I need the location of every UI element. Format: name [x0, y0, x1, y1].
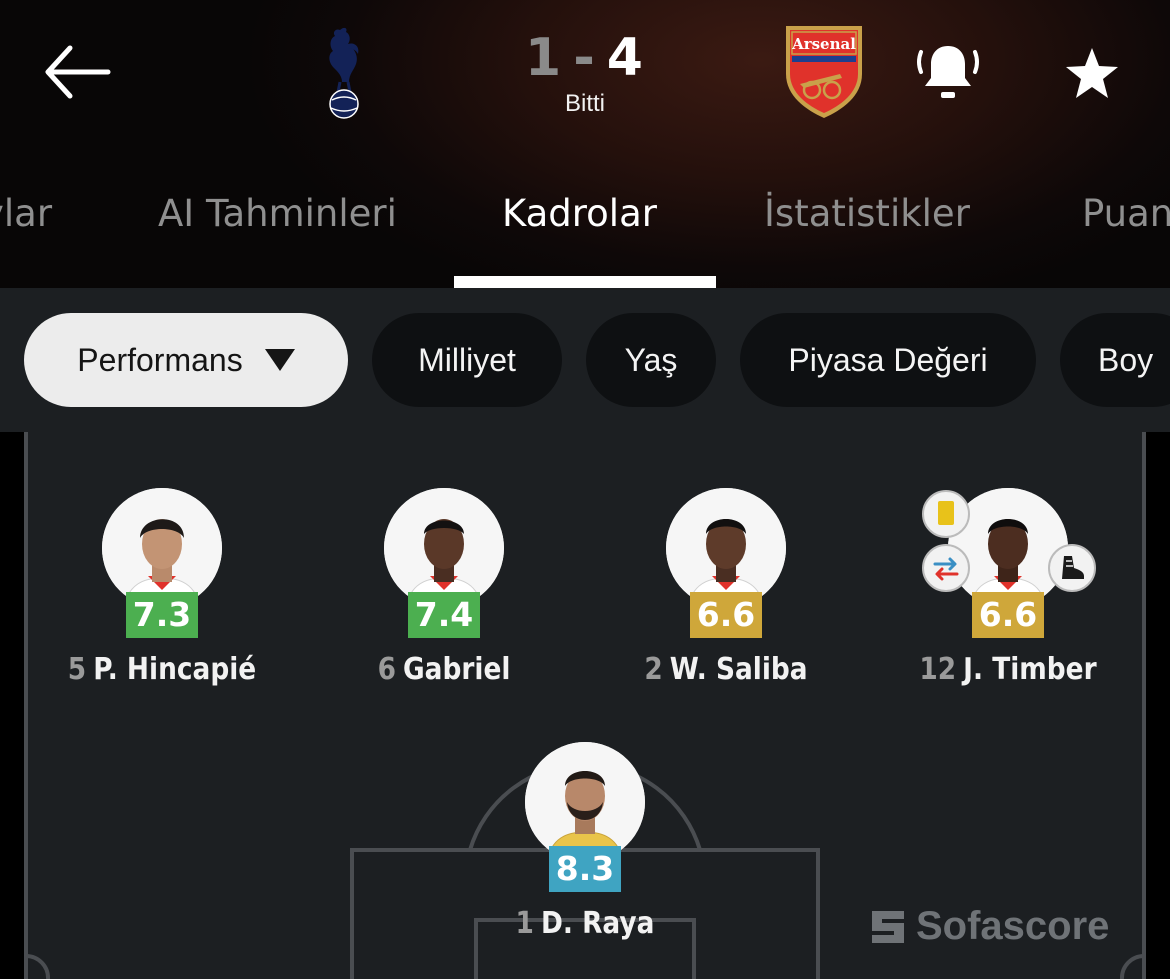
- player-name-row: 5 P. Hincapié: [65, 652, 259, 687]
- player-name-row: 12 J. Timber: [911, 652, 1105, 687]
- match-status: Bitti: [564, 90, 605, 117]
- substitution-badge: [922, 544, 970, 592]
- arsenal-crest-icon: Arsenal: [786, 26, 862, 118]
- bell-icon: [917, 46, 979, 98]
- filter-height[interactable]: Boy: [1060, 313, 1170, 407]
- player-avatar: [666, 488, 786, 608]
- player-rating: 7.4: [408, 592, 480, 638]
- player-name: Gabriel: [402, 652, 511, 687]
- sofascore-watermark: Sofascore: [868, 904, 1109, 949]
- filter-market-value[interactable]: Piyasa Değeri: [740, 313, 1036, 407]
- player-number: 5: [67, 652, 87, 687]
- filter-age[interactable]: Yaş: [586, 313, 716, 407]
- player-avatar: [525, 742, 645, 862]
- player-name-row: 2 W. Saliba: [629, 652, 823, 687]
- filter-bar: Performans Milliyet Yaş Piyasa Değeri Bo…: [0, 288, 1170, 432]
- player-name: J. Timber: [963, 652, 1097, 687]
- player-photo-icon: [384, 488, 504, 608]
- favorite-button[interactable]: [1060, 44, 1124, 104]
- player-avatar: [102, 488, 222, 608]
- player-card[interactable]: 6.6 12 J. Timber: [898, 488, 1118, 698]
- filter-performance-label: Performans: [77, 341, 243, 378]
- tab-standings[interactable]: Puan: [1082, 192, 1170, 235]
- player-rating: 6.6: [690, 592, 762, 638]
- player-card[interactable]: 6.6 2 W. Saliba: [616, 488, 836, 698]
- star-icon: [1066, 48, 1118, 98]
- player-rating: 7.3: [126, 592, 198, 638]
- filter-age-label: Yaş: [624, 341, 678, 378]
- player-name: D. Raya: [540, 906, 655, 941]
- arrow-left-icon: [45, 45, 111, 99]
- home-team-logo[interactable]: [318, 24, 374, 120]
- player-number: 2: [644, 652, 663, 687]
- caret-down-icon: [264, 349, 295, 371]
- substitution-icon: [933, 557, 959, 581]
- yellow-card-icon: [938, 501, 954, 525]
- filter-market-value-label: Piyasa Değeri: [788, 341, 988, 378]
- arsenal-crest-text: Arsenal: [791, 35, 856, 53]
- player-photo-icon: [102, 488, 222, 608]
- back-button[interactable]: [40, 40, 116, 104]
- away-score: 4: [606, 28, 645, 88]
- player-name-row: 1 D. Raya: [488, 906, 682, 941]
- player-number: 6: [377, 652, 396, 687]
- player-number: 1: [515, 906, 534, 941]
- notification-button[interactable]: [913, 40, 983, 106]
- tab-bar: ylar AI Tahminleri Kadrolar İstatistikle…: [0, 180, 1170, 288]
- tab-statistics[interactable]: İstatistikler: [764, 192, 970, 235]
- spurs-crest-icon: [329, 27, 359, 119]
- home-score: 1: [525, 28, 564, 88]
- away-team-logo[interactable]: Arsenal: [782, 22, 866, 120]
- player-avatar: [384, 488, 504, 608]
- player-name-row: 6 Gabriel: [347, 652, 541, 687]
- score: 1-4: [485, 28, 685, 88]
- active-tab-indicator: [454, 276, 716, 288]
- filter-nationality[interactable]: Milliyet: [372, 313, 562, 407]
- player-name: W. Saliba: [669, 652, 808, 687]
- sofascore-watermark-text: Sofascore: [916, 904, 1110, 948]
- player-rating: 6.6: [972, 592, 1044, 638]
- player-photo-icon: [525, 742, 645, 862]
- filter-performance[interactable]: Performans: [24, 313, 348, 407]
- player-card[interactable]: 7.3 5 P. Hincapié: [52, 488, 272, 698]
- player-number: 12: [919, 652, 957, 687]
- tab-lineups[interactable]: Kadrolar: [502, 192, 657, 235]
- lineup-pitch: 7.3 5 P. Hincapié 7.4 6 Gabriel 6.6 2 W.…: [0, 432, 1170, 979]
- player-card[interactable]: 8.3 1 D. Raya: [475, 742, 695, 952]
- tab-ai-predictions[interactable]: AI Tahminleri: [158, 192, 397, 235]
- score-separator: -: [573, 28, 597, 88]
- player-card[interactable]: 7.4 6 Gabriel: [334, 488, 554, 698]
- filter-height-label: Boy: [1098, 341, 1154, 378]
- player-rating: 8.3: [549, 846, 621, 892]
- boot-icon: [1062, 556, 1084, 579]
- tab-partial-left[interactable]: ylar: [0, 192, 52, 235]
- assist-badge: [1048, 544, 1096, 592]
- player-photo-icon: [666, 488, 786, 608]
- player-name: P. Hincapié: [93, 652, 257, 687]
- match-header: 1-4 Bitti Arsenal ylar AI Tahminleri Kad…: [0, 0, 1170, 288]
- sofascore-logo-icon: [872, 910, 904, 943]
- yellow-card-badge: [922, 490, 970, 538]
- filter-nationality-label: Milliyet: [418, 341, 516, 378]
